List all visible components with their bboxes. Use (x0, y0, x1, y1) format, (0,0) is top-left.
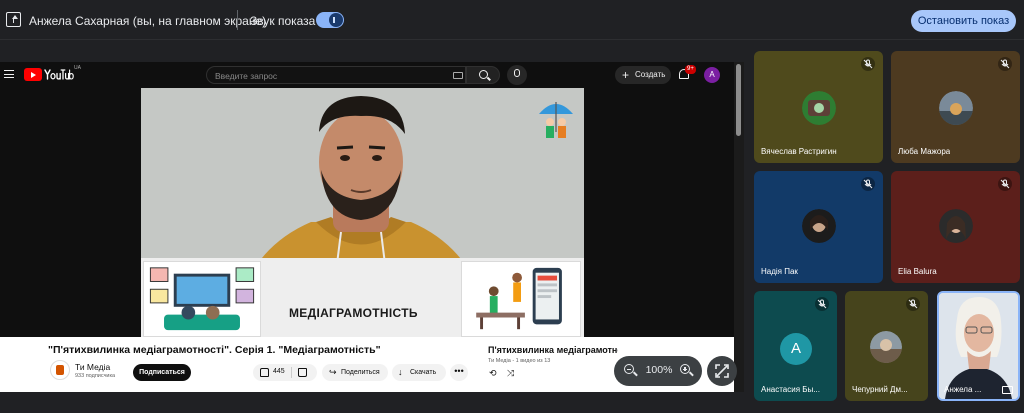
presentation-bar: Анжела Сахарная (вы, на главном экране) … (0, 0, 1024, 40)
shuffle-icon[interactable]: ⤨ (507, 368, 514, 379)
sound-label: Звук показа (250, 14, 316, 28)
zoom-out-button[interactable] (620, 361, 640, 381)
participant-tile[interactable]: Вячеслав Растригин (754, 51, 883, 163)
mic-icon (514, 69, 520, 77)
speaker-icon (329, 13, 343, 27)
participant-tile[interactable]: Люба Мажора (891, 51, 1020, 163)
mic-off-icon (906, 297, 920, 311)
search-button[interactable] (466, 66, 500, 84)
download-label: Скачать (410, 369, 437, 376)
share-label: Поделиться (341, 369, 380, 376)
participant-avatar (939, 209, 973, 243)
download-icon: ↓ (398, 367, 403, 377)
mic-off-icon (815, 297, 829, 311)
share-button[interactable]: ↪ Поделиться (322, 364, 388, 381)
bottom-strip (744, 402, 1024, 413)
shared-screen: UA + Создать 9+ A (0, 62, 744, 392)
presenter-label: Анжела Сахарная (вы, на главном экране) (29, 14, 267, 28)
voice-search-button[interactable] (507, 65, 527, 85)
video-title[interactable]: "П'ятихвилинка медіаграмотності". Серія … (48, 344, 381, 356)
more-actions-button[interactable]: ••• (450, 364, 468, 381)
participant-name: Надія Пак (761, 267, 798, 276)
participant-tile[interactable]: Надія Пак (754, 171, 883, 283)
meet-window: Анжела Сахарная (вы, на главном экране) … (0, 0, 1024, 413)
video-player[interactable]: МЕДІАГРАМОТНІСТЬ (141, 88, 584, 337)
zoom-in-button[interactable] (676, 361, 696, 381)
expand-icon (715, 364, 729, 378)
channel-avatar[interactable] (50, 360, 70, 380)
mic-off-icon (861, 57, 875, 71)
participant-name: Elia Balura (898, 267, 937, 276)
playlist-meta: Ти Медіа - 1 видео из 13 (488, 358, 551, 364)
like-dislike-group: 445 (253, 364, 317, 381)
notifications-badge: 9+ (685, 65, 696, 74)
like-divider (291, 367, 292, 378)
zoom-level: 100% (645, 364, 673, 376)
kids-umbrella-illustration (539, 102, 573, 138)
self-video-tile[interactable]: Анжела ... (937, 291, 1020, 401)
participant-tile[interactable]: Elia Balura (891, 171, 1020, 283)
thumbs-up-icon[interactable] (260, 368, 269, 377)
news-phone-illustration (461, 261, 581, 337)
zoom-in-icon (680, 364, 690, 374)
participant-name: Анжела ... (944, 385, 982, 394)
youtube-logo-icon[interactable] (24, 68, 42, 81)
participant-avatar (802, 209, 836, 243)
present-screen-icon (6, 12, 21, 27)
self-video-feed (939, 293, 1018, 399)
hamburger-menu-icon[interactable] (4, 70, 14, 78)
zoom-controls: 100% (614, 356, 702, 386)
participant-tile[interactable]: Чепурний Дм... (845, 291, 928, 401)
fullscreen-button[interactable] (707, 356, 737, 386)
subscribe-button[interactable]: Подписаться (133, 364, 191, 381)
search-icon (479, 70, 488, 79)
share-sound-toggle[interactable] (316, 12, 344, 28)
mic-off-icon (861, 177, 875, 191)
zoom-out-icon (624, 364, 634, 374)
region-code: UA (74, 65, 81, 71)
participant-name: Анастасия Бы... (761, 385, 820, 394)
participant-avatar (802, 91, 836, 125)
account-avatar[interactable]: A (704, 67, 720, 83)
tv-family-illustration (143, 261, 261, 337)
bar-divider (237, 10, 238, 30)
mic-off-icon (998, 57, 1012, 71)
tile-options-icon[interactable] (1002, 386, 1013, 394)
plus-icon: + (622, 68, 630, 82)
participant-initial-avatar: A (780, 333, 812, 365)
youtube-header: UA + Создать 9+ A (0, 62, 744, 88)
youtube-wordmark[interactable] (44, 68, 74, 81)
participant-name: Вячеслав Растригин (761, 147, 837, 156)
channel-subscribers: 933 подписчика (75, 373, 116, 379)
stop-presenting-button[interactable]: Остановить показ (911, 10, 1016, 32)
create-button[interactable]: + Создать (615, 66, 671, 84)
like-count: 445 (273, 368, 285, 375)
participant-name: Чепурний Дм... (852, 385, 908, 394)
keyboard-icon[interactable] (453, 72, 463, 79)
create-label: Создать (635, 70, 666, 79)
loop-icon[interactable]: ⟲ (489, 368, 497, 379)
thumbs-down-icon[interactable] (298, 368, 307, 377)
participant-name: Люба Мажора (898, 147, 951, 156)
participant-avatar (870, 331, 902, 363)
playlist-title[interactable]: П'ятихвилинка медіаграмотності (488, 345, 618, 355)
channel-name[interactable]: Ти Медіа (75, 362, 110, 372)
mic-off-icon (998, 177, 1012, 191)
participant-tile[interactable]: A Анастасия Бы... (754, 291, 837, 401)
share-arrow-icon: ↪ (329, 367, 337, 377)
download-button[interactable]: ↓ Скачать (392, 364, 446, 381)
scrollbar-thumb[interactable] (736, 64, 741, 136)
search-input[interactable] (215, 70, 435, 82)
participant-avatar (939, 91, 973, 125)
search-box[interactable] (206, 66, 466, 84)
video-caption: МЕДІАГРАМОТНІСТЬ (289, 306, 418, 320)
